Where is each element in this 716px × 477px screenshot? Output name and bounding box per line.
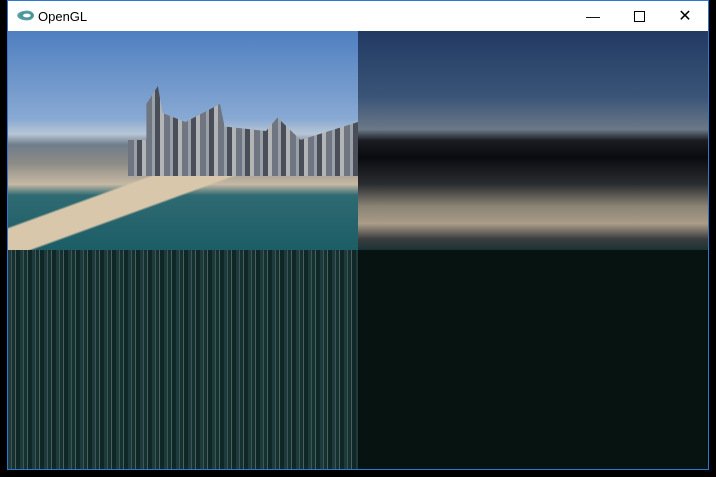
app-window: OpenGL — ✕ (7, 0, 709, 470)
window-title: OpenGL (38, 9, 88, 24)
opengl-icon (16, 10, 34, 21)
close-button[interactable]: ✕ (662, 1, 708, 31)
clamped-edge-horizontal-stripes (358, 31, 708, 250)
city-texture-image (8, 31, 358, 250)
title-bar[interactable]: OpenGL — ✕ (8, 1, 708, 31)
clamped-corner-fill (358, 250, 708, 469)
clamped-edge-vertical-stripes (8, 250, 358, 469)
minimize-icon: — (586, 8, 600, 24)
close-icon: ✕ (678, 8, 692, 25)
opengl-render-canvas[interactable] (8, 31, 708, 469)
minimize-button[interactable]: — (570, 1, 616, 31)
maximize-button[interactable] (616, 1, 662, 31)
skyline-region (128, 86, 358, 176)
maximize-icon (633, 10, 645, 22)
